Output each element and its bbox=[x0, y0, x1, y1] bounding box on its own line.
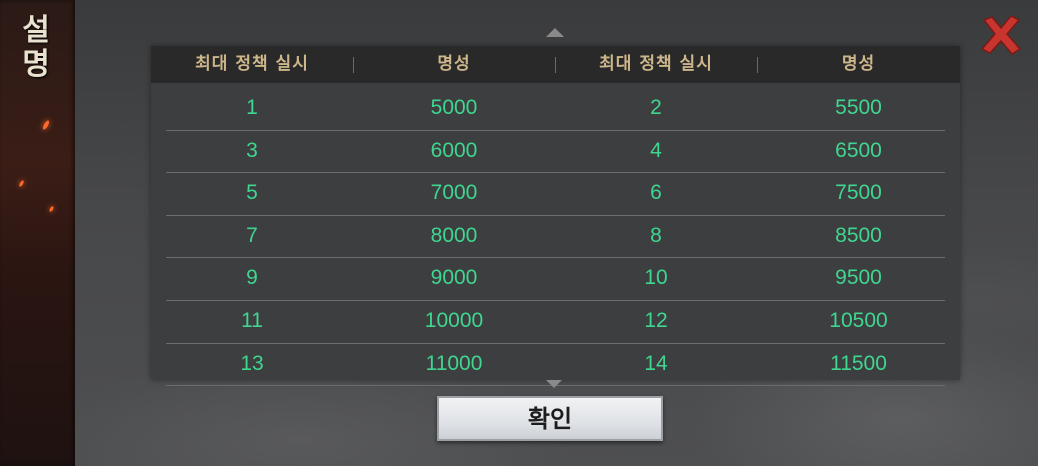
table-body: 1 5000 2 5500 3 6000 4 6500 5 7000 6 750… bbox=[166, 88, 945, 387]
fame-cell: 10500 bbox=[829, 308, 888, 332]
table-row: 11 10000 12 10500 bbox=[166, 301, 945, 344]
side-title-char: 설 bbox=[22, 13, 50, 48]
fame-cell: 10000 bbox=[424, 308, 484, 332]
policy-count-cell: 13 bbox=[240, 351, 264, 375]
fame-cell: 5500 bbox=[835, 96, 882, 119]
table-header: 최대 정책 실시 명성 최대 정책 실시 명성 bbox=[151, 46, 960, 83]
fame-cell: 9000 bbox=[430, 266, 478, 290]
table-row: 9 9000 10 9500 bbox=[166, 258, 945, 301]
policy-count-cell: 7 bbox=[246, 223, 258, 247]
table-row: 1 5000 2 5500 bbox=[166, 88, 945, 131]
side-title-char: 명 bbox=[22, 47, 50, 82]
fame-cell: 7500 bbox=[835, 181, 882, 205]
policy-count-cell: 8 bbox=[650, 223, 662, 247]
header-max-policy: 최대 정책 실시 bbox=[195, 54, 309, 74]
table-row: 7 8000 8 8500 bbox=[166, 216, 945, 259]
ember-decoration bbox=[18, 179, 25, 188]
scroll-down-icon[interactable] bbox=[546, 380, 562, 388]
policy-count-cell: 1 bbox=[246, 96, 258, 119]
policy-count-cell: 12 bbox=[644, 308, 668, 332]
header-fame: 명성 bbox=[841, 54, 876, 74]
close-icon bbox=[980, 15, 1022, 55]
fame-cell: 6500 bbox=[835, 138, 882, 162]
confirm-button[interactable]: 확인 bbox=[437, 396, 663, 441]
policy-count-cell: 5 bbox=[246, 181, 258, 205]
fame-cell: 6000 bbox=[430, 138, 478, 162]
ember-decoration bbox=[41, 119, 51, 131]
policy-count-cell: 10 bbox=[644, 266, 668, 290]
policy-count-cell: 3 bbox=[246, 138, 258, 162]
fame-cell: 11000 bbox=[425, 351, 483, 375]
policy-count-cell: 14 bbox=[644, 351, 668, 375]
policy-count-cell: 11 bbox=[241, 308, 263, 332]
fame-cell: 9500 bbox=[835, 266, 882, 290]
policy-table: 최대 정책 실시 명성 최대 정책 실시 명성 1 5000 2 5500 3 … bbox=[151, 46, 960, 387]
ember-decoration bbox=[48, 205, 55, 213]
side-title-strip: 설 명 bbox=[0, 0, 75, 466]
fame-cell: 8000 bbox=[430, 223, 478, 247]
table-row: 5 7000 6 7500 bbox=[166, 173, 945, 216]
fame-cell: 8500 bbox=[835, 223, 882, 247]
policy-count-cell: 2 bbox=[650, 96, 662, 119]
header-max-policy: 최대 정책 실시 bbox=[599, 54, 713, 74]
fame-cell: 11500 bbox=[830, 351, 887, 375]
close-button[interactable] bbox=[978, 12, 1024, 58]
policy-count-cell: 6 bbox=[650, 181, 662, 205]
header-fame: 명성 bbox=[437, 54, 471, 74]
side-title: 설 명 bbox=[18, 14, 54, 82]
fame-cell: 7000 bbox=[430, 181, 478, 205]
scroll-up-icon[interactable] bbox=[546, 28, 564, 37]
table-row: 3 6000 4 6500 bbox=[166, 131, 945, 174]
policy-count-cell: 4 bbox=[650, 138, 662, 162]
policy-count-cell: 9 bbox=[246, 266, 258, 290]
fame-cell: 5000 bbox=[430, 96, 478, 119]
